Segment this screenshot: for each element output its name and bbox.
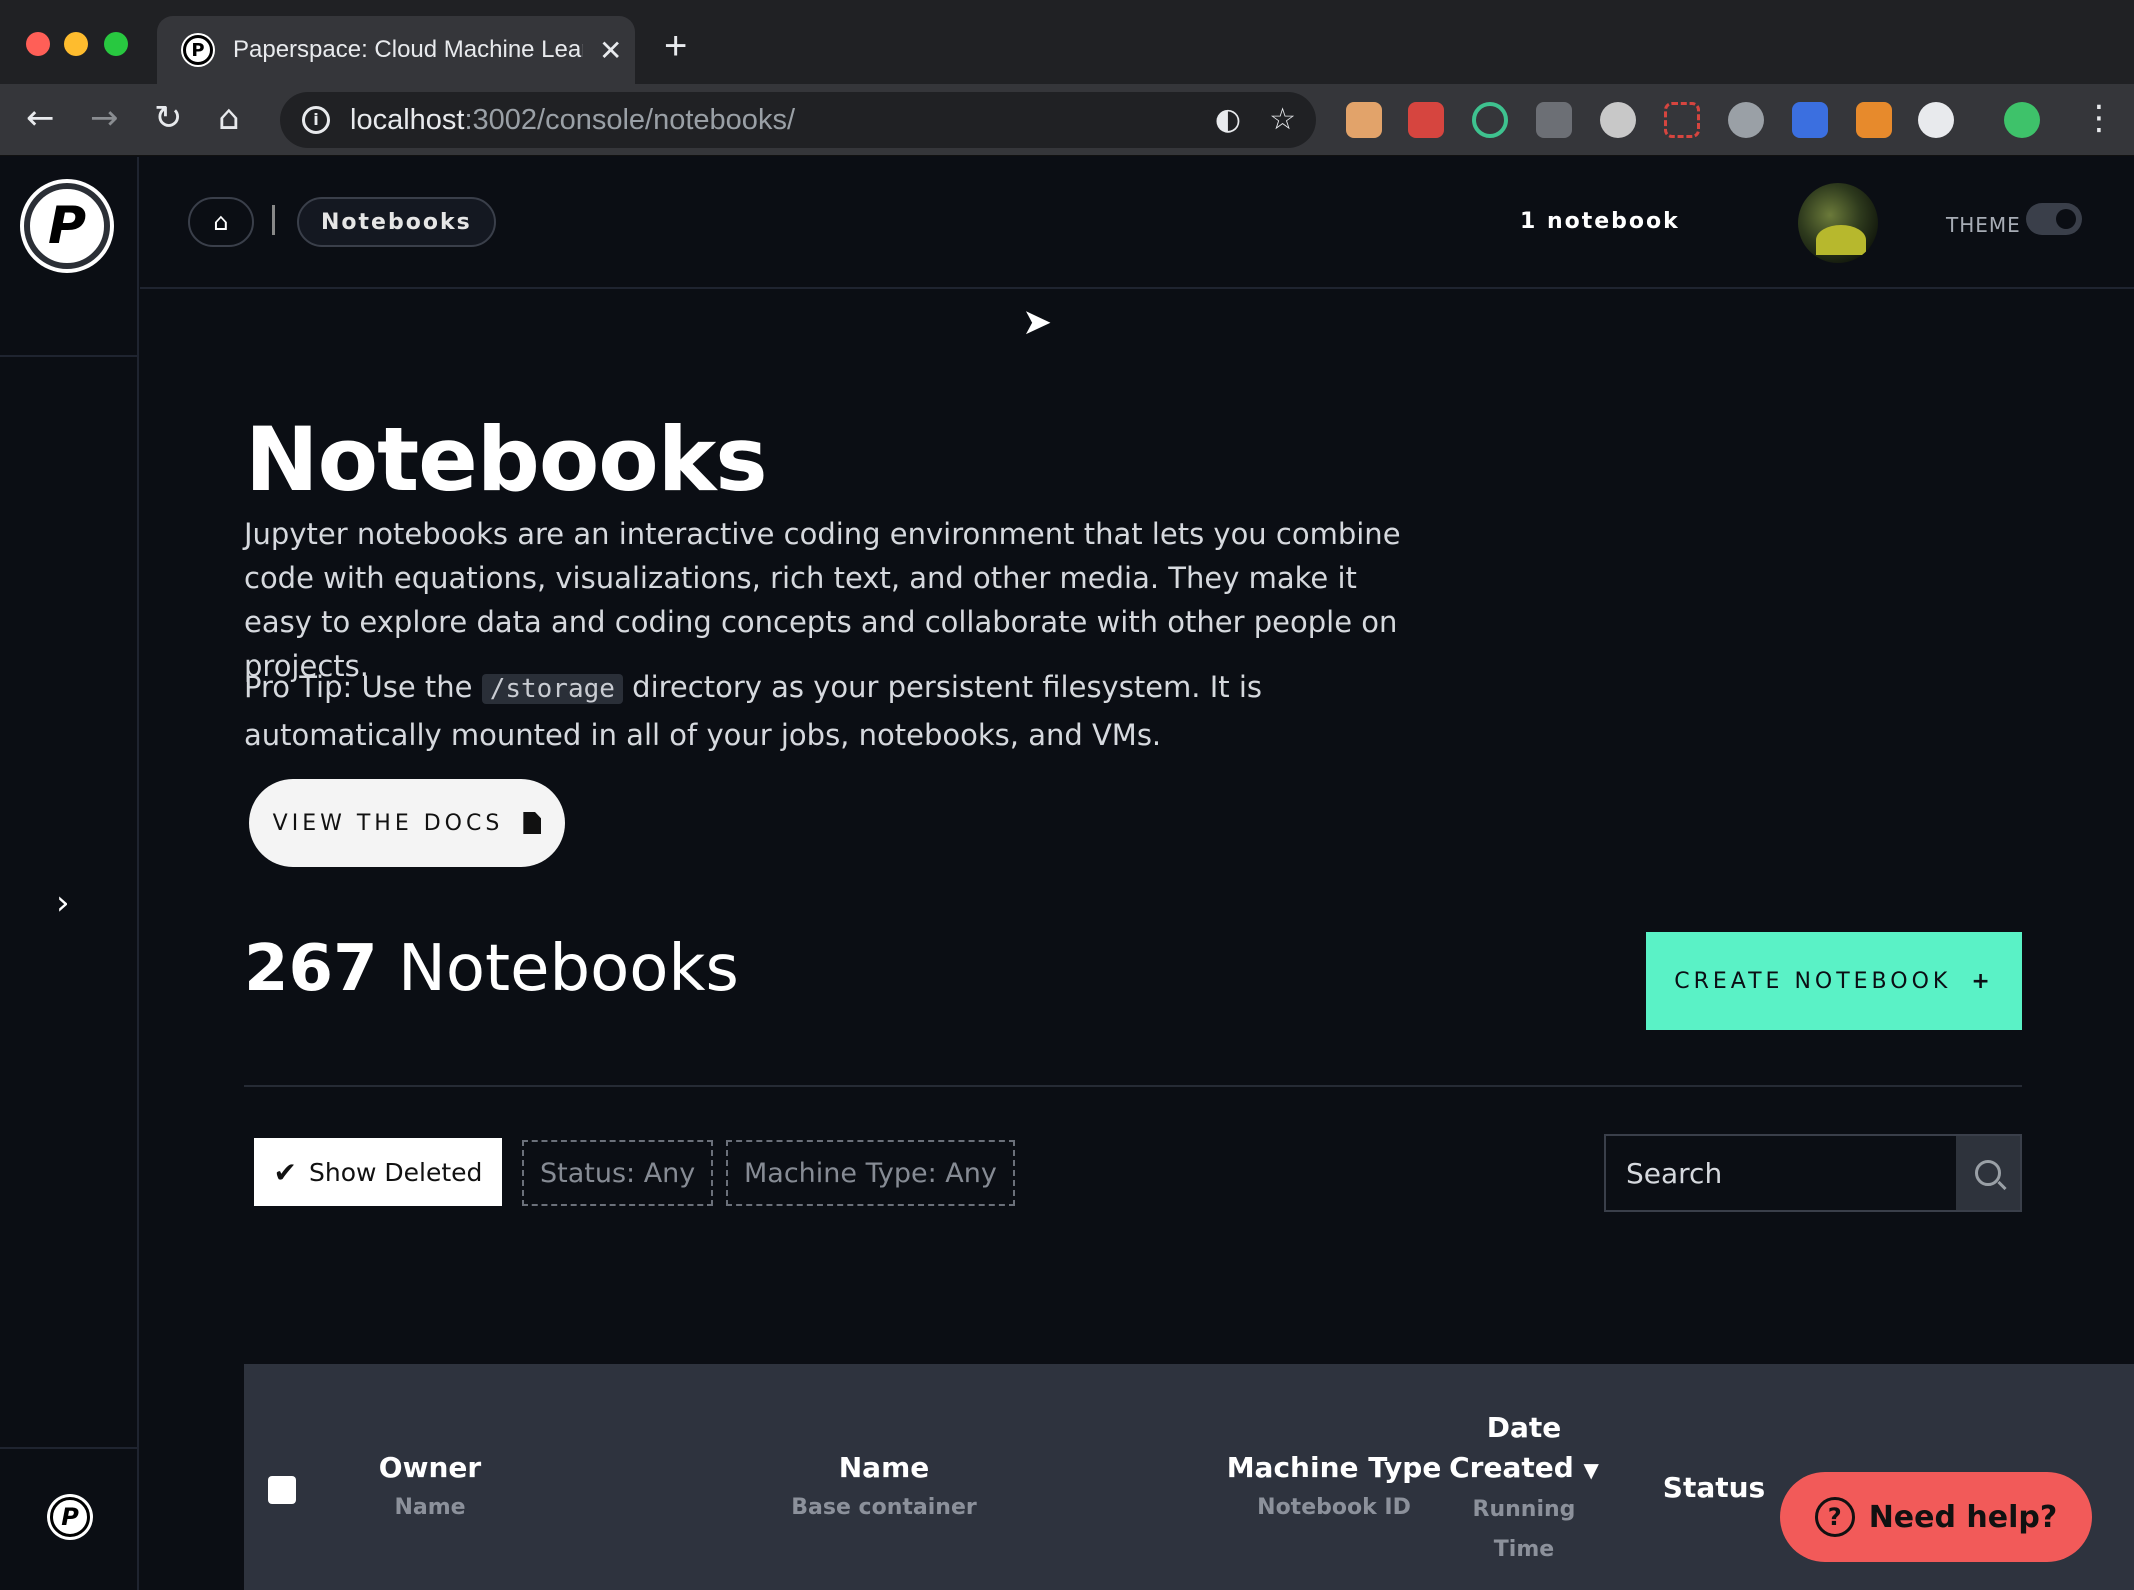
minimize-window-button[interactable] <box>64 32 88 56</box>
select-all-checkbox[interactable] <box>268 1476 296 1504</box>
page-description: Jupyter notebooks are an interactive cod… <box>244 517 1401 683</box>
extension-icon[interactable] <box>1664 102 1700 138</box>
search-button[interactable] <box>1956 1136 2020 1210</box>
sidebar-divider <box>0 355 139 357</box>
app-sidebar: P › P <box>0 157 139 1590</box>
create-notebook-button[interactable]: CREATE NOTEBOOK + <box>1646 932 2022 1030</box>
reload-icon[interactable]: ↻ <box>154 98 183 138</box>
machine-type-filter[interactable]: Machine Type: Any <box>726 1140 1015 1206</box>
extension-icon[interactable] <box>1472 102 1508 138</box>
document-icon <box>523 812 542 834</box>
extension-icon[interactable] <box>1856 102 1892 138</box>
paperspace-small-logo[interactable]: P <box>50 1497 90 1537</box>
view-docs-label: VIEW THE DOCS <box>272 810 504 836</box>
maximize-window-button[interactable] <box>104 32 128 56</box>
extension-icon[interactable] <box>1918 102 1954 138</box>
browser-tab-strip: P Paperspace: Cloud Machine Lear ✕ + <box>0 0 2134 84</box>
column-machine-type[interactable]: Machine Type Notebook ID <box>1224 1448 1444 1528</box>
view-docs-button[interactable]: VIEW THE DOCS <box>249 779 565 867</box>
extension-icon[interactable] <box>1600 102 1636 138</box>
breadcrumb-notebooks[interactable]: Notebooks <box>297 197 496 247</box>
column-status[interactable]: Status <box>1654 1468 1774 1508</box>
extension-icon[interactable] <box>1346 102 1382 138</box>
column-name[interactable]: Name Base container <box>764 1448 1004 1528</box>
column-date-created[interactable]: Date Created ▼ Running Time <box>1444 1408 1604 1570</box>
extension-icon[interactable] <box>1536 102 1572 138</box>
search-box: Search <box>1604 1134 2022 1212</box>
address-bar[interactable]: i localhost:3002/console/notebooks/ ◐ ☆ <box>280 92 1316 148</box>
search-input[interactable]: Search <box>1606 1136 1956 1210</box>
create-notebook-label: CREATE NOTEBOOK <box>1674 968 1952 994</box>
paperspace-favicon-icon: P <box>183 35 213 65</box>
breadcrumb-separator <box>272 205 275 235</box>
cookie-blocked-icon[interactable]: ◐ <box>1215 102 1241 137</box>
notebooks-count-heading: 267 Notebooks <box>244 932 739 1006</box>
section-divider <box>244 1085 2022 1087</box>
storage-code: /storage <box>481 674 623 704</box>
status-filter[interactable]: Status: Any <box>522 1140 714 1206</box>
extension-icon[interactable] <box>1792 102 1828 138</box>
need-help-label: Need help? <box>1868 1499 2058 1535</box>
extension-icon[interactable] <box>1728 102 1764 138</box>
bookmark-star-icon[interactable]: ☆ <box>1269 102 1296 137</box>
breadcrumb-home-icon[interactable]: ⌂ <box>188 197 254 247</box>
forward-icon[interactable]: → <box>90 98 119 138</box>
column-owner[interactable]: Owner Name <box>360 1448 500 1528</box>
sidebar-divider <box>0 1447 139 1449</box>
site-info-icon[interactable]: i <box>302 106 330 134</box>
url-text: localhost:3002/console/notebooks/ <box>350 103 795 136</box>
tab-title: Paperspace: Cloud Machine Lear <box>233 36 583 63</box>
page-title: Notebooks <box>245 408 768 511</box>
app-header: ⌂ Notebooks 1 notebook THEME <box>140 157 2134 289</box>
profile-avatar[interactable] <box>2004 102 2040 138</box>
browser-toolbar: ← → ↻ ⌂ i localhost:3002/console/noteboo… <box>0 84 2134 156</box>
mouse-cursor-icon: ➤ <box>1022 302 1053 343</box>
user-avatar[interactable] <box>1798 183 1878 263</box>
new-tab-button[interactable]: + <box>664 24 687 69</box>
browser-menu-icon[interactable]: ⋮ <box>2082 98 2116 138</box>
search-icon <box>1975 1160 2001 1186</box>
expand-sidebar-icon[interactable]: › <box>56 883 70 923</box>
pro-tip: Pro Tip: Use the /storage directory as y… <box>244 670 1263 752</box>
plus-icon: + <box>1971 968 1994 994</box>
browser-tab[interactable]: P Paperspace: Cloud Machine Lear ✕ <box>157 16 635 84</box>
back-icon[interactable]: ← <box>26 98 55 138</box>
help-question-icon: ? <box>1814 1497 1855 1537</box>
theme-label: THEME <box>1946 213 2021 237</box>
extension-icon[interactable] <box>1408 102 1444 138</box>
close-window-button[interactable] <box>26 32 50 56</box>
show-deleted-label: Show Deleted <box>309 1157 483 1187</box>
checkmark-icon: ✔ <box>273 1155 298 1189</box>
theme-toggle[interactable] <box>2026 203 2082 235</box>
paperspace-logo[interactable]: P <box>24 183 110 269</box>
need-help-button[interactable]: ? Need help? <box>1780 1472 2092 1562</box>
home-icon[interactable]: ⌂ <box>218 98 240 138</box>
show-deleted-toggle[interactable]: ✔ Show Deleted <box>254 1138 502 1206</box>
close-tab-icon[interactable]: ✕ <box>599 34 622 67</box>
notebook-count: 1 notebook <box>1520 209 1680 234</box>
sort-desc-icon: ▼ <box>1583 1458 1599 1482</box>
